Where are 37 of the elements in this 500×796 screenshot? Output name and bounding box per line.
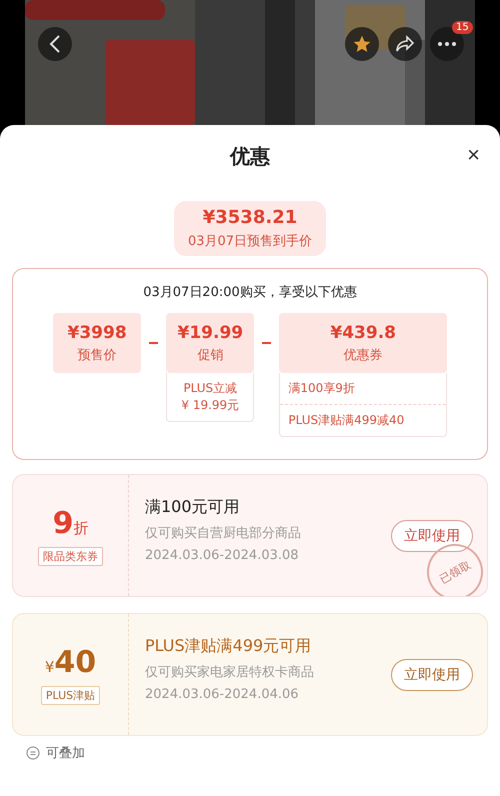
coupon-title: PLUS津贴满499元可用: [145, 636, 312, 657]
final-price: ¥3538.21: [202, 207, 298, 228]
breakdown-heading: 03月07日20:00购买，享受以下优惠: [143, 284, 357, 301]
coupon-period: 2024.03.06-2024.03.08: [145, 548, 300, 563]
use-now-button[interactable]: 立即使用: [391, 658, 473, 690]
coupon-tag: 限品类东券: [38, 546, 103, 566]
price-amount: ¥439.8: [330, 322, 396, 342]
price-amount: ¥19.99: [178, 322, 244, 342]
coupon-scope: 仅可购买家电家居特权卡商品: [145, 664, 315, 681]
minus-icon: [262, 342, 272, 344]
coupon-value: 40: [54, 644, 96, 680]
price-label: 促销: [197, 346, 224, 364]
notification-badge: 15: [452, 21, 473, 34]
share-icon: [395, 35, 415, 53]
star-icon: [352, 34, 372, 54]
coupon-scope: 仅可购买自营厨电部分商品: [145, 525, 302, 542]
coupon-period: 2024.03.06-2024.04.06: [145, 687, 300, 702]
minus-icon: [149, 342, 158, 344]
price-amount: ¥3998: [68, 322, 127, 342]
discount-detail: PLUS立减 ¥ 19.99元: [180, 380, 240, 414]
close-button[interactable]: ×: [461, 141, 486, 169]
price-label: 优惠券: [344, 346, 383, 364]
currency-symbol: ¥: [44, 658, 54, 676]
coupon-tag: PLUS津贴: [40, 686, 100, 704]
discount-detail: PLUS津贴满499减40: [280, 404, 446, 436]
final-price-caption: 03月07日预售到手价: [188, 233, 312, 250]
use-now-button[interactable]: 立即使用: [391, 520, 473, 552]
coupon-title: 满100元可用: [145, 497, 241, 518]
stack-icon: [26, 746, 40, 760]
back-icon: [49, 35, 61, 53]
coupon-unit: 折: [73, 518, 88, 538]
stackable-note: 可叠加: [46, 745, 85, 762]
coupon-value: 9: [52, 506, 74, 540]
more-icon: [438, 42, 456, 46]
price-label: 预售价: [78, 346, 117, 364]
discount-detail: 满100享9折: [287, 380, 356, 397]
sheet-title: 优惠: [230, 142, 270, 170]
